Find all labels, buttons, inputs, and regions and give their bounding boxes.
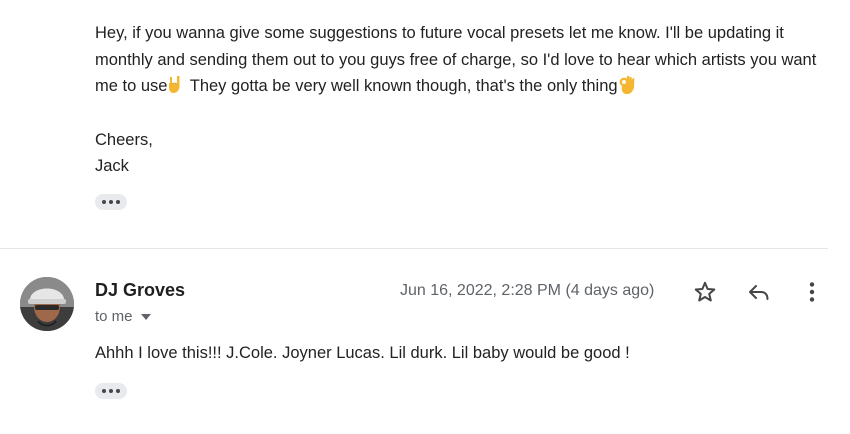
message-1-body: Hey, if you wanna give some suggestions …: [95, 20, 835, 180]
show-trimmed-content-button-2[interactable]: [95, 383, 127, 399]
more-horiz-icon: [102, 389, 106, 393]
star-button[interactable]: [692, 279, 718, 305]
message-1-text-part2: They gotta be very well known though, th…: [185, 77, 618, 95]
avatar[interactable]: [20, 277, 74, 331]
more-vert-icon: [809, 282, 815, 302]
more-options-button[interactable]: [799, 279, 825, 305]
message-2-text: Ahhh I love this!!! J.Cole. Joyner Lucas…: [95, 344, 630, 362]
rock-hand-emoji-icon: [167, 74, 185, 103]
sender-name[interactable]: DJ Groves: [95, 280, 185, 301]
message-date: Jun 16, 2022, 2:28 PM (4 days ago): [400, 282, 655, 299]
show-trimmed-content-button[interactable]: [95, 194, 127, 210]
recipient-label: to me: [95, 308, 133, 325]
signoff-greeting: Cheers,: [95, 130, 153, 149]
reply-button[interactable]: [746, 279, 772, 305]
star-icon: [694, 281, 716, 302]
signoff-name: Jack: [95, 157, 129, 175]
message-1-text: Hey, if you wanna give some suggestions …: [95, 20, 835, 103]
message-1-signoff: Cheers, Jack: [95, 127, 835, 180]
message-divider: [0, 248, 828, 249]
reply-icon: [749, 285, 769, 300]
ok-hand-emoji-icon: [618, 74, 636, 103]
recipient-details[interactable]: to me: [95, 308, 151, 325]
more-horiz-icon: [102, 200, 106, 204]
avatar-photo: [20, 277, 74, 331]
caret-down-icon[interactable]: [140, 313, 151, 320]
